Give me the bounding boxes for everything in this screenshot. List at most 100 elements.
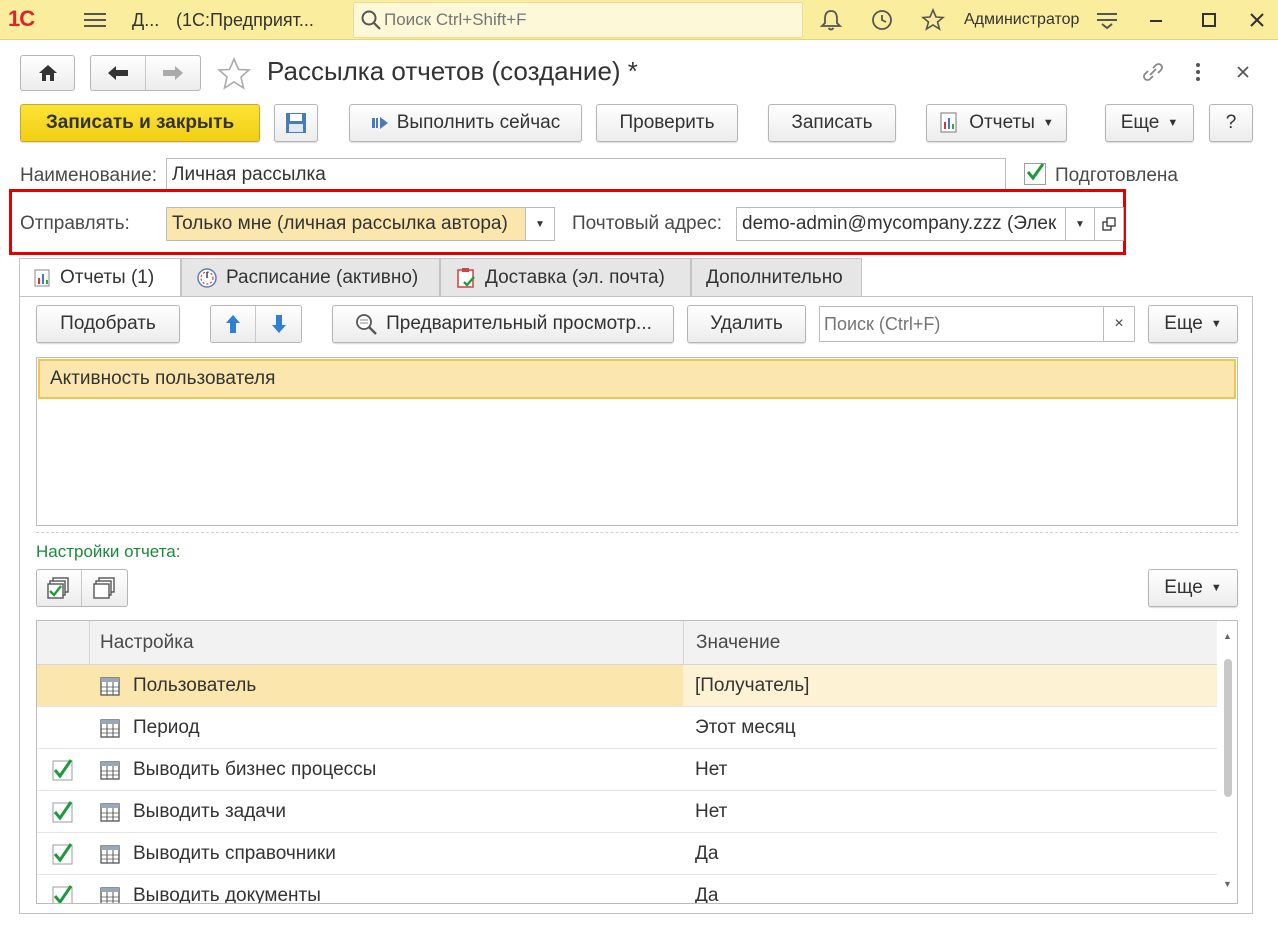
check-all-button[interactable] [37,570,82,606]
scroll-thumb[interactable] [1224,659,1232,797]
move-up-button[interactable] [211,306,256,342]
value-cell[interactable]: Да [683,833,1217,874]
row-checkbox[interactable] [37,791,89,832]
table-row[interactable]: Пользователь [Получатель] [37,665,1217,707]
arrow-left-icon [108,66,128,80]
table-row[interactable]: Выводить справочники Да [37,833,1217,875]
reports-more-button[interactable]: Еще ▼ [1148,305,1238,343]
bell-icon[interactable] [818,8,844,32]
setting-icon [99,675,121,697]
send-mode-field[interactable]: Только мне (личная рассылка автора) [166,207,526,241]
setting-icon [99,801,121,823]
user-name[interactable]: Администратор [964,11,1079,29]
setting-icon [99,885,121,903]
send-mode-dropdown[interactable]: ▼ [525,207,555,241]
write-button[interactable]: Записать [768,104,896,142]
settings-menu-icon[interactable] [1094,8,1120,32]
arrow-down-icon [271,315,286,333]
move-down-button[interactable] [256,306,301,342]
header-value[interactable]: Значение [683,621,1217,665]
setting-cell[interactable]: Период [89,707,683,748]
email-field[interactable]: demo-admin@mycompany.zzz (Элек [736,207,1066,241]
setting-cell[interactable]: Выводить задачи [89,791,683,832]
tab-reports[interactable]: Отчеты (1) [19,258,181,297]
value-cell[interactable]: [Получатель] [683,665,1217,706]
check-button[interactable]: Проверить [596,104,738,142]
delete-button[interactable]: Удалить [687,305,806,343]
value-cell[interactable]: Этот месяц [683,707,1217,748]
close-window-icon[interactable] [1244,8,1270,32]
checkmark-icon [51,800,75,824]
more-actions-button[interactable]: Еще ▼ [1105,104,1194,142]
table-row[interactable]: Период Этот месяц [37,707,1217,749]
row-checkbox[interactable] [37,707,89,748]
reports-search-input[interactable] [824,313,1094,335]
report-settings-label: Настройки отчета: [36,542,181,561]
favorites-star-icon[interactable] [920,8,946,32]
email-dropdown[interactable]: ▼ [1065,207,1095,241]
scroll-down-icon[interactable]: ▼ [1223,879,1232,889]
tab-additional[interactable]: Дополнительно [691,258,862,296]
value-cell[interactable]: Нет [683,791,1217,832]
setting-cell[interactable]: Выводить документы [89,875,683,903]
vertical-scrollbar[interactable]: ▲ ▼ [1220,621,1237,903]
preview-button[interactable]: Предварительный просмотр... [332,305,674,343]
tab-reports-label: Отчеты (1) [60,267,155,288]
value-cell[interactable]: Нет [683,749,1217,790]
window-title-short: Д... [132,10,160,30]
setting-name: Период [133,716,200,738]
maximize-icon[interactable] [1196,8,1222,32]
home-button[interactable] [20,55,75,91]
scroll-up-icon[interactable]: ▲ [1223,631,1232,641]
name-field[interactable]: Личная рассылка [166,158,1006,192]
back-button[interactable] [91,56,146,90]
row-checkbox[interactable] [37,833,89,874]
more-vertical-icon[interactable] [1188,60,1208,84]
setting-name: Пользователь [133,674,257,696]
divider [36,532,1238,533]
reports-menu-label: Отчеты [969,112,1035,133]
forward-button[interactable] [146,56,200,90]
row-checkbox[interactable] [37,875,89,903]
header-setting[interactable]: Настройка [89,621,683,665]
window-title-app: (1С:Предприят... [176,10,314,30]
list-item[interactable]: Активность пользователя [38,359,1236,399]
email-open-button[interactable] [1094,207,1124,241]
menu-icon[interactable] [84,9,106,29]
table-row[interactable]: Выводить задачи Нет [37,791,1217,833]
run-now-button[interactable]: Выполнить сейчас [349,104,582,142]
settings-more-button[interactable]: Еще ▼ [1148,569,1238,607]
uncheck-all-icon [92,577,115,599]
history-icon[interactable] [869,8,895,32]
setting-cell[interactable]: Пользователь [89,665,683,706]
report-icon [940,112,957,133]
save-and-close-button[interactable]: Записать и закрыть [20,104,260,142]
setting-value: Нет [695,800,728,822]
table-row[interactable]: Выводить документы Да [37,875,1217,904]
help-button[interactable]: ? [1209,104,1253,142]
save-button[interactable] [274,104,318,142]
row-checkbox[interactable] [37,749,89,790]
table-row[interactable]: Выводить бизнес процессы Нет [37,749,1217,791]
setting-cell[interactable]: Выводить бизнес процессы [89,749,683,790]
checkmark-icon [1026,163,1045,181]
clear-search-button[interactable]: × [1103,307,1134,341]
reports-menu-button[interactable]: Отчеты ▼ [926,104,1067,142]
value-cell[interactable]: Да [683,875,1217,904]
global-search-input[interactable] [384,9,784,31]
reports-search[interactable]: × [819,306,1135,342]
row-checkbox[interactable] [37,665,89,706]
close-form-icon[interactable] [1233,63,1253,81]
setting-cell[interactable]: Выводить справочники [89,833,683,874]
tab-schedule[interactable]: Расписание (активно) [181,258,440,296]
tab-delivery[interactable]: Доставка (эл. почта) [440,258,691,296]
setting-name: Выводить бизнес процессы [133,758,377,780]
global-search[interactable] [353,2,803,38]
reports-list[interactable]: Активность пользователя [36,357,1238,526]
favorite-star-icon[interactable] [216,56,252,92]
link-icon[interactable] [1139,59,1167,85]
pick-button[interactable]: Подобрать [36,305,180,343]
minimize-icon[interactable] [1143,8,1169,32]
prepared-checkbox[interactable] [1024,163,1046,185]
uncheck-all-button[interactable] [82,570,127,606]
